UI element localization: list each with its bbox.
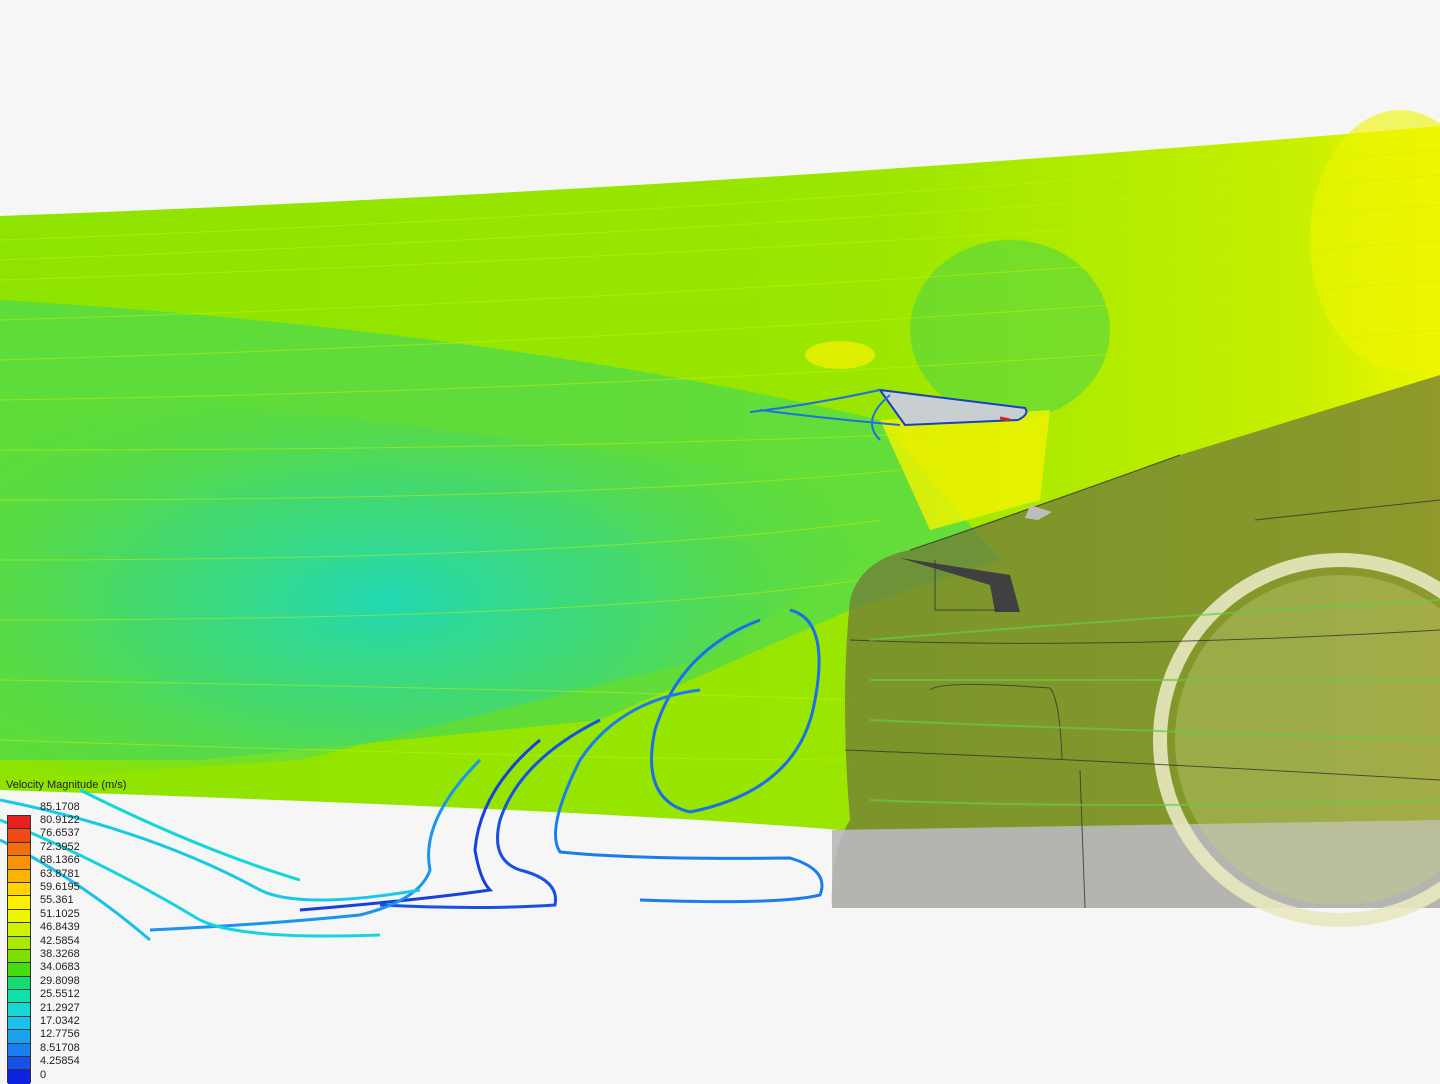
legend-tick-label: 17.0342 <box>40 1014 80 1027</box>
legend-swatch <box>8 923 30 937</box>
legend-tick-label: 8.51708 <box>40 1041 80 1054</box>
cfd-viewport[interactable] <box>0 0 1440 1080</box>
legend-swatch <box>8 990 30 1004</box>
legend-swatch <box>8 829 30 843</box>
legend-tick-label: 25.5512 <box>40 988 80 1001</box>
legend-tick-label: 76.6537 <box>40 827 80 840</box>
legend-tick-label: 46.8439 <box>40 921 80 934</box>
legend-tick-label: 68.1366 <box>40 854 80 867</box>
legend-swatch <box>8 949 30 964</box>
legend-swatch <box>8 1016 30 1031</box>
legend-tick-label: 12.7756 <box>40 1028 80 1041</box>
legend-tick-label: 21.2927 <box>40 1001 80 1014</box>
velocity-legend: Velocity Magnitude (m/s) 85.1708 80.9122 7… <box>6 779 146 1084</box>
legend-tick-label: 29.8098 <box>40 974 80 987</box>
legend-swatch <box>8 869 30 883</box>
legend-swatch <box>8 882 30 897</box>
legend-swatch <box>8 856 30 870</box>
legend-tick-label: 42.5854 <box>40 934 80 947</box>
legend-tick-label: 55.361 <box>40 894 74 907</box>
legend-swatch <box>8 963 30 977</box>
legend-swatch <box>8 1043 30 1058</box>
legend-tick-label: 63.8781 <box>40 867 80 880</box>
legend-swatch <box>8 909 30 924</box>
legend-swatch <box>8 1070 30 1084</box>
legend-tick-label: 85.1708 <box>40 800 80 813</box>
legend-tick-label: 59.6195 <box>40 880 80 893</box>
legend-tick-label: 80.9122 <box>40 813 80 826</box>
legend-swatch <box>8 976 30 991</box>
legend-tick-label: 51.1025 <box>40 907 80 920</box>
legend-tick-label: 0 <box>40 1068 47 1081</box>
legend-swatch <box>8 896 30 910</box>
legend-tick-label: 4.25854 <box>40 1055 80 1068</box>
legend-tick-label: 38.3268 <box>40 947 80 960</box>
legend-tick-label: 34.0683 <box>40 961 80 974</box>
legend-swatch <box>8 816 30 830</box>
legend-swatch <box>8 1057 30 1071</box>
legend-swatch <box>8 842 30 857</box>
legend-body: 85.1708 80.9122 76.6537 72.3952 68.1366 63.87… <box>6 793 146 1084</box>
legend-title: Velocity Magnitude (m/s) <box>6 779 127 791</box>
legend-color-bar <box>7 815 31 1084</box>
legend-swatch <box>8 1003 30 1017</box>
legend-swatch <box>8 1030 30 1044</box>
legend-swatch <box>8 936 30 950</box>
legend-tick-label: 72.3952 <box>40 840 80 853</box>
